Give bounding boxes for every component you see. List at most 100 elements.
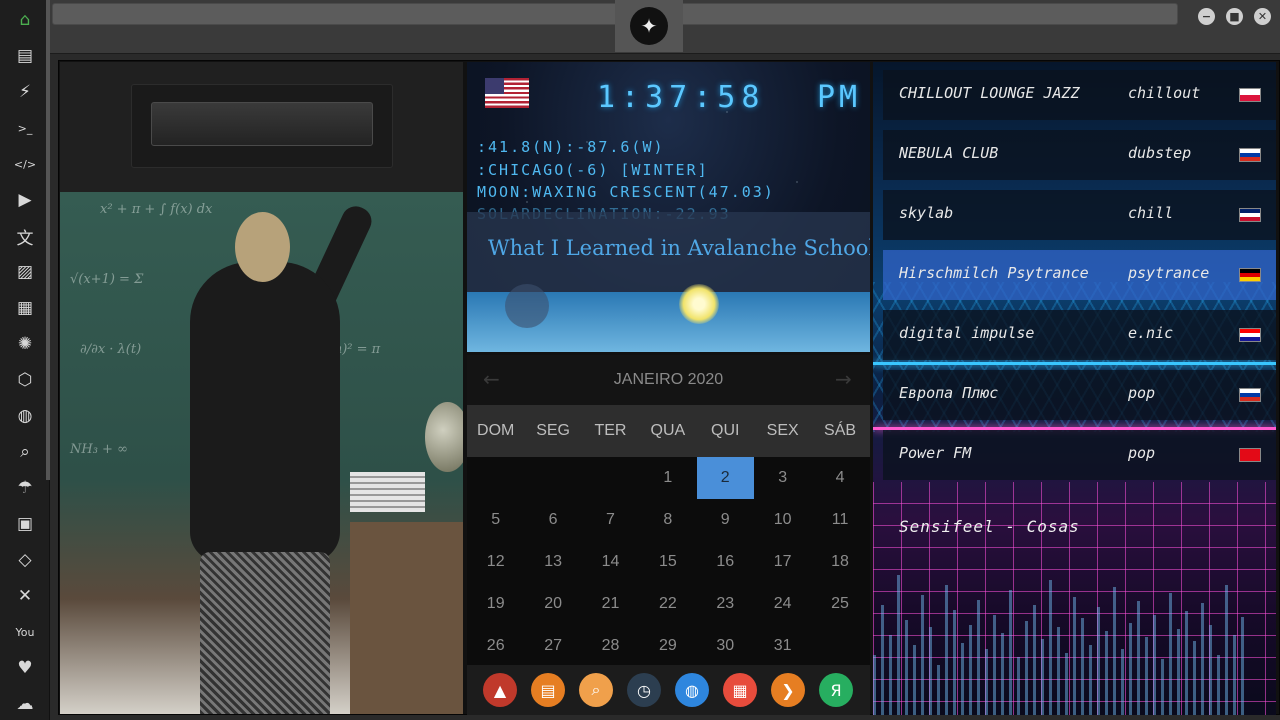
youtube-icon[interactable]: You (13, 620, 37, 644)
sidebar: ⌂ ▤ ⚡ >_ </> ▶ 文 ▨ ▦ ✺ ⬡ ◍ ⌕ ☂ ▣ ◇ ✕ You ♥ ☁ (0, 0, 50, 720)
calendar-day (524, 457, 581, 499)
headline-link[interactable]: What I Learned in Avalanche School (488, 236, 870, 260)
lightning-icon[interactable]: ⚡ (13, 80, 37, 104)
logo-tab[interactable]: ✦ (615, 0, 683, 52)
radio-station-row[interactable]: Power FM pop (883, 430, 1276, 480)
sidebar-scrollbar[interactable] (46, 0, 50, 480)
germany-flag-icon (1239, 268, 1261, 282)
weekday-header: DOM SEG TER QUA QUI SEX SÁB (467, 405, 870, 457)
play-icon[interactable]: ▶ (13, 188, 37, 212)
equalizer-bar (889, 635, 892, 715)
rebel-icon[interactable]: ✺ (13, 332, 37, 356)
calendar-day[interactable]: 24 (754, 583, 811, 625)
app-launcher-icon[interactable]: ▲ (483, 673, 517, 707)
yandex-icon[interactable]: Я (819, 673, 853, 707)
calendar-day[interactable]: 1 (639, 457, 696, 499)
calendar-day[interactable]: 11 (811, 499, 868, 541)
contact-icon[interactable]: ▣ (13, 512, 37, 536)
equalizer-bar (1169, 593, 1172, 715)
browser-icon[interactable]: ◍ (675, 673, 709, 707)
calendar-day[interactable]: 6 (524, 499, 581, 541)
globe-icon[interactable]: ◍ (13, 404, 37, 428)
clock-widget: 1:37:58 PM :41.8(N):-87.6(W) :CHICAGO(-6… (467, 62, 870, 352)
calendar-day[interactable]: 19 (467, 583, 524, 625)
calendar-day[interactable]: 3 (754, 457, 811, 499)
calendar-day[interactable]: 20 (524, 583, 581, 625)
next-month-button[interactable]: → (835, 367, 852, 391)
equalizer-bar (953, 610, 956, 715)
expand-icon[interactable]: ✕ (13, 584, 37, 608)
search-icon[interactable]: ⌕ (13, 440, 37, 464)
calendar-day[interactable]: 15 (639, 541, 696, 583)
calendar-day[interactable]: 28 (582, 625, 639, 667)
weekday-label: TER (594, 422, 627, 439)
calendar-day[interactable]: 26 (467, 625, 524, 667)
app-dock: ▲ ▤ ⌕ ◷ ◍ ▦ ❯ Я (467, 665, 870, 715)
calendar-day[interactable]: 13 (524, 541, 581, 583)
weekday-label: SEG (536, 422, 570, 439)
calendar-day[interactable]: 22 (639, 583, 696, 625)
equalizer-bar (1153, 615, 1156, 715)
now-playing-track: Sensifeel - Cosas (899, 517, 1080, 536)
diamond-code-icon[interactable]: ◇ (13, 548, 37, 572)
calendar-day[interactable]: 18 (811, 541, 868, 583)
calendar-day[interactable]: 25 (811, 583, 868, 625)
radio-station-row[interactable]: Европа Плюс pop (883, 370, 1276, 420)
calendar-day[interactable]: 4 (811, 457, 868, 499)
news-icon[interactable]: ▦ (13, 296, 37, 320)
search-input[interactable] (151, 102, 373, 146)
equalizer-bar (1105, 631, 1108, 715)
minimize-button[interactable]: − (1198, 8, 1215, 25)
document-icon[interactable]: ▤ (13, 44, 37, 68)
calendar-day[interactable]: 27 (524, 625, 581, 667)
calendar-day[interactable]: 29 (639, 625, 696, 667)
calendar-day[interactable]: 23 (697, 583, 754, 625)
calendar-grid: 1 2 3 4 5 6 7 8 9 10 11 12 13 14 15 16 17 18 19 20 21 22 23 24 2… (467, 457, 870, 667)
image-icon[interactable]: ▨ (13, 260, 37, 284)
calendar-day[interactable]: 8 (639, 499, 696, 541)
cloud-icon[interactable]: ☁ (13, 692, 37, 716)
calendar-day[interactable]: 5 (467, 499, 524, 541)
calendar-day[interactable]: 12 (467, 541, 524, 583)
calendar-day[interactable]: 7 (582, 499, 639, 541)
calendar-day-today[interactable]: 2 (696, 457, 754, 499)
calendar-day[interactable]: 9 (697, 499, 754, 541)
home-icon[interactable]: ⌂ (13, 8, 37, 32)
radio-station-row[interactable]: digital impulse e.nic (883, 310, 1276, 360)
calendar-day[interactable]: 16 (697, 541, 754, 583)
calendar-day[interactable]: 30 (697, 625, 754, 667)
news-reader-icon[interactable]: ▤ (531, 673, 565, 707)
radio-station-row[interactable]: Hirschmilch Psytrance psytrance (883, 250, 1276, 300)
equalizer-bar (1201, 603, 1204, 715)
equalizer-bar (881, 605, 884, 715)
heart-icon[interactable]: ♥ (13, 656, 37, 680)
calendar-day[interactable]: 14 (582, 541, 639, 583)
radio-station-row[interactable]: CHILLOUT LOUNGE JAZZ chillout (883, 70, 1276, 120)
calendar-day[interactable]: 31 (754, 625, 811, 667)
arrow-app-icon[interactable]: ❯ (771, 673, 805, 707)
umbrella-icon[interactable]: ☂ (13, 476, 37, 500)
code-icon[interactable]: </> (13, 152, 37, 176)
clock-app-icon[interactable]: ◷ (627, 673, 661, 707)
search-app-icon[interactable]: ⌕ (579, 673, 613, 707)
equalizer-bar (873, 655, 876, 715)
calendar-day[interactable]: 21 (582, 583, 639, 625)
uk-flag-icon (1239, 208, 1261, 222)
translate-icon[interactable]: 文 (13, 224, 37, 249)
moon-icon (505, 284, 549, 328)
calendar-day[interactable]: 17 (754, 541, 811, 583)
equalizer-bar (1081, 618, 1084, 715)
clock-location: :CHICAGO(-6) [WINTER] (477, 161, 709, 179)
calendar-day[interactable]: 10 (754, 499, 811, 541)
calendar-day (582, 457, 639, 499)
radio-station-row[interactable]: NEBULA CLUB dubstep (883, 130, 1276, 180)
terminal-icon[interactable]: >_ (13, 116, 37, 140)
hexagon-icon[interactable]: ⬡ (13, 368, 37, 392)
calendar-app-icon[interactable]: ▦ (723, 673, 757, 707)
maximize-button[interactable]: ■ (1226, 8, 1243, 25)
equalizer-bar (1209, 625, 1212, 715)
equalizer-bar (1033, 605, 1036, 715)
close-button[interactable]: ✕ (1254, 8, 1271, 25)
radio-station-row[interactable]: skylab chill (883, 190, 1276, 240)
equalizer-bar (1057, 627, 1060, 715)
